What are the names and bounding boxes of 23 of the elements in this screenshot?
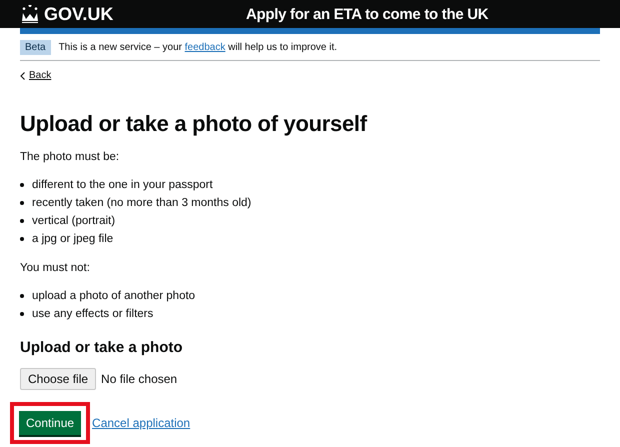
upload-label: Upload or take a photo: [20, 338, 184, 356]
choose-file-button[interactable]: Choose file: [20, 368, 96, 390]
list-item: use any effects or filters: [32, 308, 154, 320]
logo-link[interactable]: GOV.UK: [20, 4, 170, 24]
service-name[interactable]: Apply for an ETA to come to the UK: [246, 6, 488, 22]
list-item: vertical (portrait): [32, 214, 116, 226]
file-status: No file chosen: [101, 372, 178, 386]
list-item: a jpg or jpeg file: [32, 232, 114, 244]
intro-text: The photo must be:: [20, 150, 120, 162]
cancel-link[interactable]: Cancel application: [92, 416, 190, 430]
list-item: recently taken (no more than 3 months old): [32, 196, 252, 208]
logo-text: GOV.UK: [44, 4, 114, 24]
intro-text: You must not:: [20, 262, 91, 274]
chevron-left-icon: [20, 72, 25, 80]
page-heading: Upload or take a photo of yourself: [20, 110, 368, 136]
feedback-link[interactable]: feedback: [184, 42, 226, 52]
list-item: different to the one in your passport: [32, 178, 213, 190]
phase-tag: Beta: [20, 40, 51, 54]
crown-icon: [20, 5, 40, 23]
continue-button[interactable]: Continue: [19, 410, 82, 434]
phase-message: This is a new service – your feedback will help us to improve it.: [58, 42, 338, 52]
list-item: upload a photo of another photo: [32, 290, 196, 302]
back-link[interactable]: Back: [20, 70, 52, 81]
